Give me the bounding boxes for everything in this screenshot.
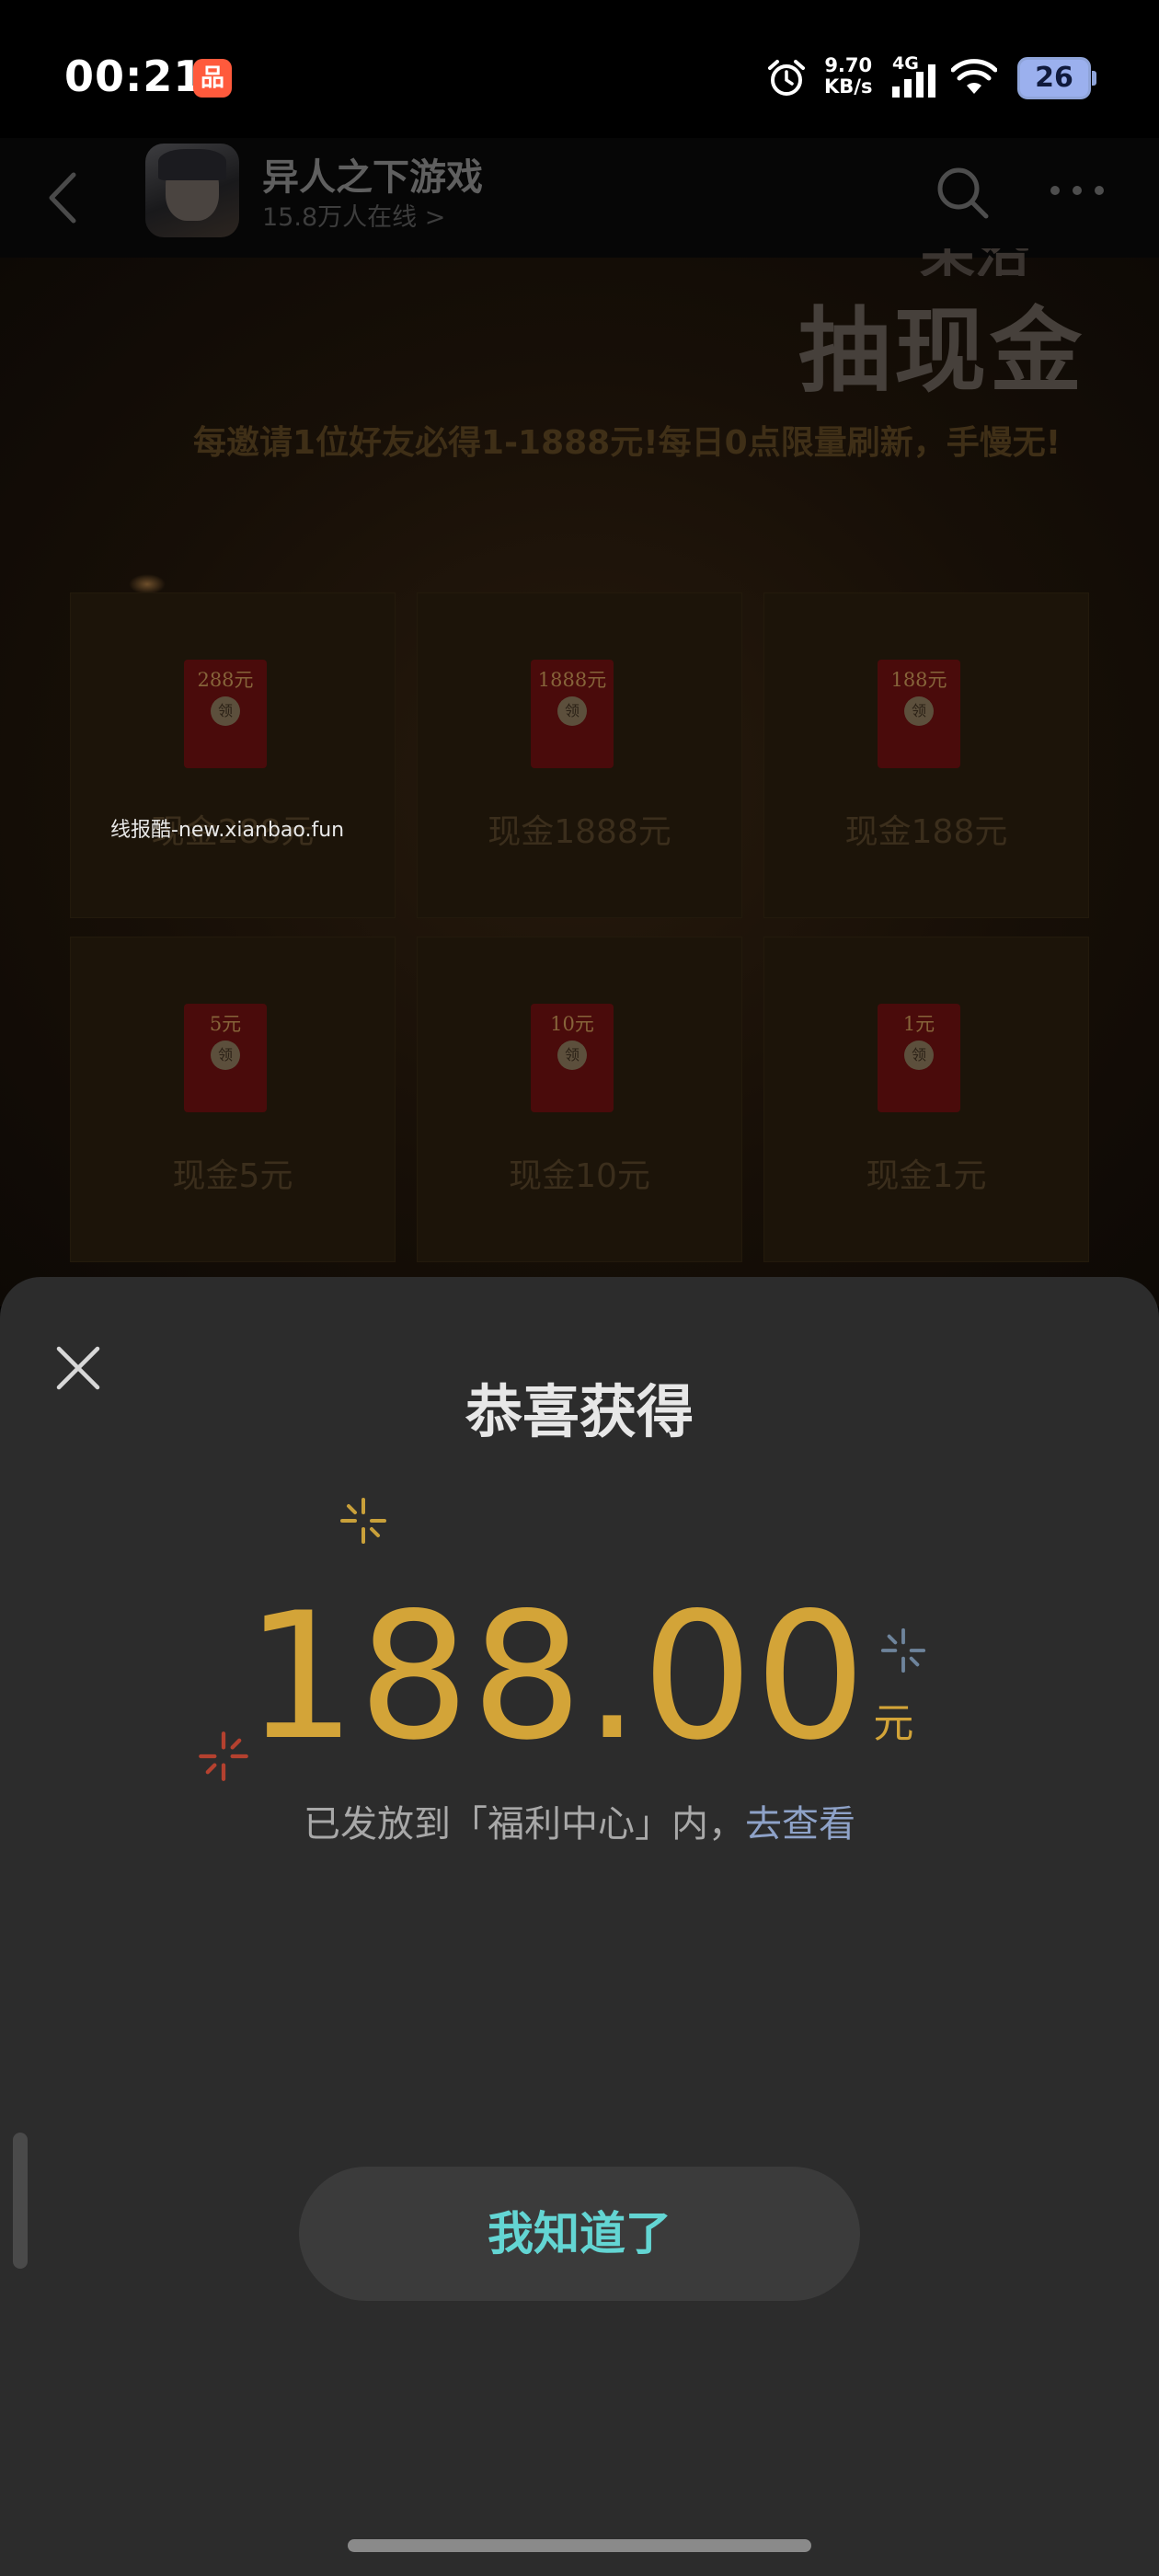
notice-text: 已发放到「福利中心」内，: [304, 1803, 745, 1846]
envelope-seal: 领: [904, 1041, 934, 1070]
prize-cell: 1元 领 现金1元: [763, 937, 1089, 1262]
prize-label: 现金5元: [172, 1157, 293, 1195]
red-envelope-icon: 288元 领: [184, 660, 267, 768]
sparkle-icon: [340, 1498, 386, 1544]
view-link[interactable]: 去查看: [745, 1803, 855, 1846]
search-icon[interactable]: [934, 164, 991, 221]
red-envelope-icon: 10元 领: [531, 1004, 614, 1112]
envelope-seal: 领: [211, 1041, 240, 1070]
reward-amount: 188.00 元: [0, 1590, 1159, 1765]
net-speed-unit: KB/s: [824, 75, 873, 98]
net-speed: 9.70 KB/s: [824, 55, 872, 98]
envelope-seal: 领: [904, 696, 934, 726]
envelope-amount: 5元: [209, 1013, 242, 1035]
battery-indicator: 26: [1017, 57, 1096, 99]
prize-grid: 288元 领 现金288元 1888元 领 现金1888元 188元 领 现金1…: [70, 592, 1089, 1264]
prize-cell: 1888元 领 现金1888元: [417, 592, 742, 918]
status-time: 00:21: [64, 52, 204, 101]
app-notification-icon: 品: [193, 59, 232, 98]
amount-value: 188.00: [245, 1575, 868, 1778]
prize-cell: 10元 领 现金10元: [417, 937, 742, 1262]
promo-title-top: 呆沿: [920, 248, 1030, 276]
envelope-amount: 1888元: [537, 669, 607, 691]
prize-label: 现金10元: [509, 1157, 650, 1195]
dialog-title: 恭喜获得: [465, 1378, 694, 1445]
more-icon[interactable]: [1047, 178, 1107, 202]
alarm-icon: [768, 60, 805, 96]
watermark-text: 线报酷-new.xianbao.fun: [110, 819, 345, 842]
promo-title: 抽现金: [798, 296, 1085, 405]
game-avatar[interactable]: [145, 144, 239, 237]
page-title[interactable]: 异人之下游戏: [262, 147, 483, 201]
prize-cell: 188元 领 现金188元: [763, 592, 1089, 918]
home-indicator[interactable]: [348, 2539, 811, 2552]
prize-label: 现金1元: [866, 1157, 987, 1195]
reward-dialog: 恭喜获得 188.00 元 已发放到「福利中心」内，去查看 我知道了: [0, 1277, 1159, 2576]
status-bar: 00:21 品 9.70 KB/s 4G 26: [0, 0, 1159, 156]
amount-unit: 元: [873, 1700, 914, 1747]
prize-cell: 288元 领 现金288元: [70, 592, 396, 918]
net-speed-value: 9.70: [824, 54, 873, 76]
envelope-seal: 领: [211, 696, 240, 726]
envelope-seal: 领: [557, 696, 587, 726]
red-envelope-icon: 1元 领: [878, 1004, 960, 1112]
red-envelope-icon: 1888元 领: [531, 660, 614, 768]
online-count[interactable]: 15.8万人在线 >: [262, 197, 445, 233]
signal-icon: [892, 64, 935, 98]
envelope-amount: 1元: [902, 1013, 935, 1035]
wifi-icon: [951, 59, 997, 94]
confirm-button[interactable]: 我知道了: [299, 2167, 860, 2301]
glow-decoration: [129, 574, 166, 594]
envelope-amount: 288元: [197, 669, 254, 691]
prize-label: 现金1888元: [488, 813, 671, 851]
red-envelope-icon: 5元 领: [184, 1004, 267, 1112]
promo-subline: 每邀请1位好友必得1-1888元!每日0点限量刷新，手慢无!: [193, 424, 1061, 462]
prize-cell: 5元 领 现金5元: [70, 937, 396, 1262]
envelope-seal: 领: [557, 1041, 587, 1070]
prize-label: 现金188元: [844, 813, 1008, 851]
reward-notice: 已发放到「福利中心」内，去查看: [0, 1794, 1159, 1847]
red-envelope-icon: 188元 领: [878, 660, 960, 768]
scroll-handle[interactable]: [13, 2133, 28, 2269]
envelope-amount: 188元: [890, 669, 947, 691]
back-icon[interactable]: [37, 166, 92, 230]
app-header: 异人之下游戏 15.8万人在线 >: [0, 138, 1159, 258]
envelope-amount: 10元: [550, 1013, 594, 1035]
